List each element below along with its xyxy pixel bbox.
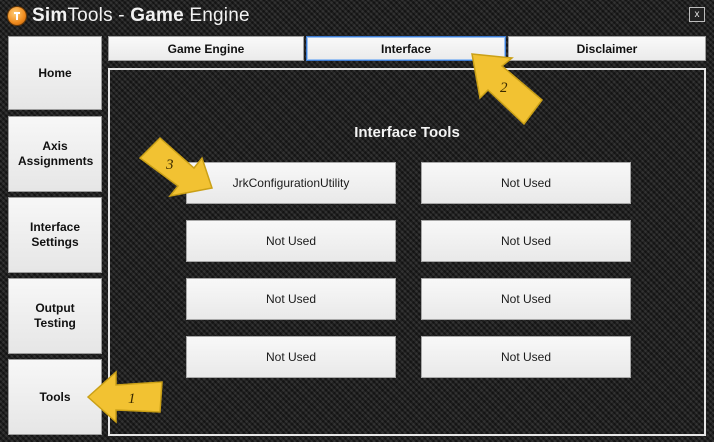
tool-button-slot-7[interactable]: Not Used bbox=[186, 336, 396, 378]
tab-disclaimer[interactable]: Disclaimer bbox=[508, 36, 706, 61]
sidebar-item-tools[interactable]: Tools bbox=[8, 359, 102, 435]
tool-button-slot-4[interactable]: Not Used bbox=[421, 220, 631, 262]
tab-interface[interactable]: Interface bbox=[306, 36, 506, 61]
window-title: SimTools - Game Engine bbox=[32, 5, 250, 26]
tool-button-slot-3[interactable]: Not Used bbox=[186, 220, 396, 262]
tool-button-slot-5[interactable]: Not Used bbox=[186, 278, 396, 320]
panel-title: Interface Tools bbox=[354, 124, 460, 141]
sidebar-item-axis-assignments[interactable]: Axis Assignments bbox=[8, 116, 102, 192]
sidebar-item-interface-settings[interactable]: Interface Settings bbox=[8, 197, 102, 273]
sidebar-item-home[interactable]: Home bbox=[8, 36, 102, 110]
simtools-logo-icon bbox=[8, 7, 26, 25]
tool-button-slot-2[interactable]: Not Used bbox=[421, 162, 631, 204]
tool-button-slot-6[interactable]: Not Used bbox=[421, 278, 631, 320]
app-window: SimTools - Game Engine x Home Axis Assig… bbox=[0, 0, 714, 442]
tab-game-engine[interactable]: Game Engine bbox=[108, 36, 304, 61]
sidebar-item-output-testing[interactable]: Output Testing bbox=[8, 278, 102, 354]
tool-button-jrk-configuration-utility[interactable]: JrkConfigurationUtility bbox=[186, 162, 396, 204]
tool-button-slot-8[interactable]: Not Used bbox=[421, 336, 631, 378]
title-bar[interactable]: SimTools - Game Engine x bbox=[0, 0, 714, 34]
close-button[interactable]: x bbox=[689, 7, 705, 22]
